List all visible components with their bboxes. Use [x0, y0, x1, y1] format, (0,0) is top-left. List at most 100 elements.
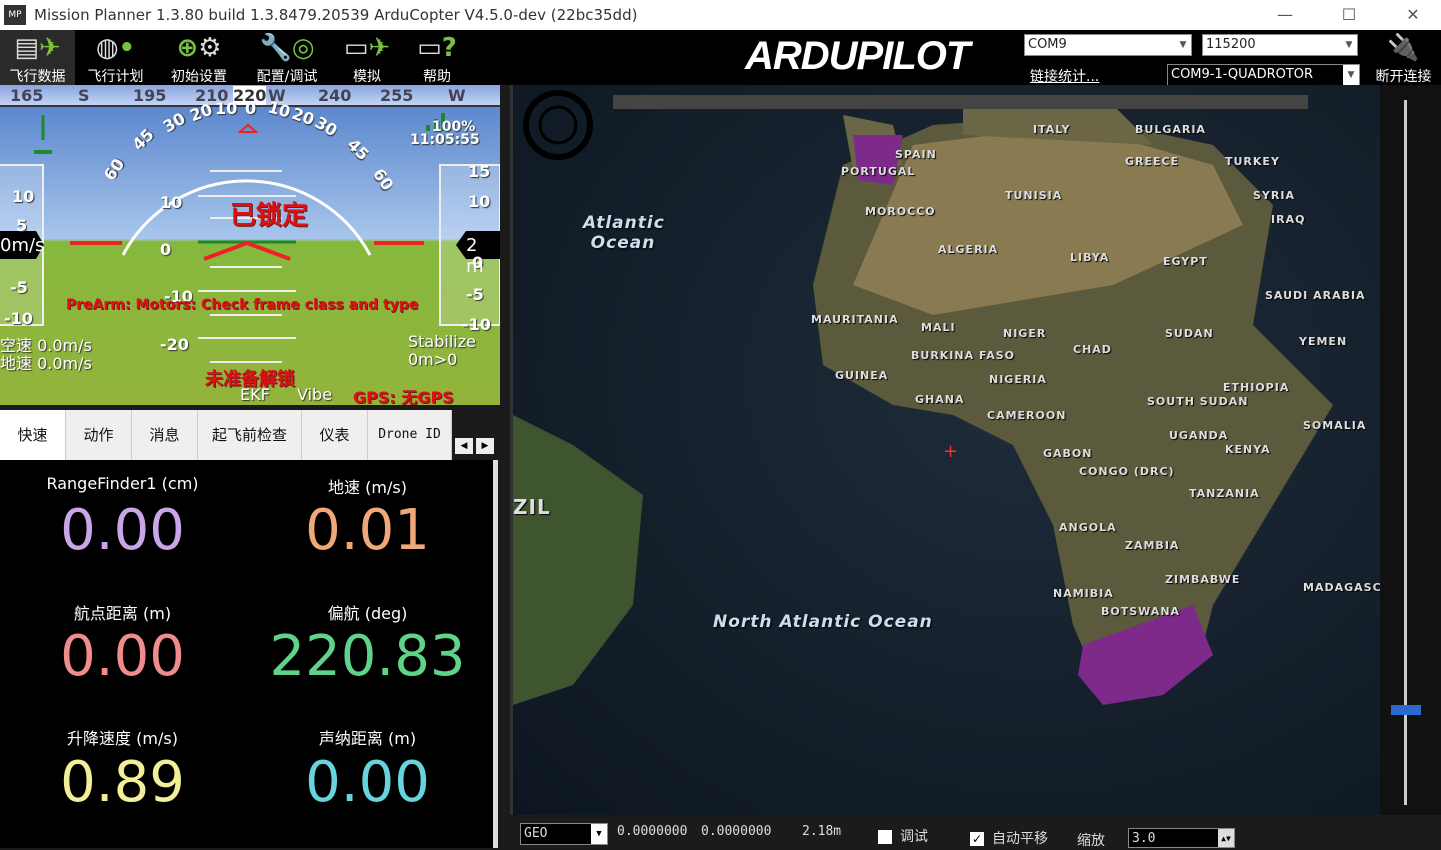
flight-mode: Stabilize	[408, 332, 476, 351]
menu-label: 模拟	[353, 69, 381, 85]
vibe-status[interactable]: Vibe	[297, 385, 332, 404]
debug-checkbox[interactable]	[878, 830, 892, 844]
speed-tick: 10	[12, 187, 35, 206]
country-label: TANZANIA	[1189, 487, 1260, 500]
menu-label: 飞行计划	[87, 69, 144, 85]
help-icon: ▭?	[417, 33, 457, 63]
autopan-checkbox[interactable]: ✓	[970, 832, 984, 846]
menu-simulation[interactable]: ▭✈ 模拟	[334, 30, 400, 85]
quick-label: 声纳距离 (m)	[318, 729, 417, 748]
country-label: PORTUGAL	[841, 165, 916, 178]
debug-label: 调试	[900, 829, 928, 845]
country-label: GUINEA	[835, 369, 889, 382]
country-label: NIGERIA	[989, 373, 1047, 386]
disconnect-button[interactable]: 🔌 断开连接	[1366, 30, 1441, 85]
quick-value: 0.00	[305, 750, 430, 815]
pitch-tick: 0	[160, 240, 172, 259]
tab-quick[interactable]: 快速	[0, 410, 66, 460]
chevron-down-icon: ▼	[1179, 40, 1187, 50]
country-label: CONGO (DRC)	[1079, 465, 1175, 478]
baud-value: 115200	[1206, 37, 1256, 52]
tab-scroll-right[interactable]: ▶	[476, 438, 494, 454]
zoom-slider[interactable]	[1380, 85, 1441, 815]
groundspeed: 地速 0.0m/s	[0, 354, 92, 373]
menu-config-tuning[interactable]: 🔧◎ 配置/调试	[244, 30, 330, 85]
country-label: MADAGASCAR	[1303, 581, 1380, 594]
hud: 165 S 195 210 220 W 240 255 W 60 45 30 2…	[0, 85, 500, 405]
country-label: UGANDA	[1169, 429, 1229, 442]
menu-flight-plan[interactable]: ◍• 飞行计划	[78, 30, 153, 85]
tab-actions[interactable]: 动作	[66, 410, 132, 460]
zoom-input[interactable]: 3.0 ▲▼	[1128, 828, 1235, 848]
flight-data-icon: ▤✈	[14, 33, 61, 63]
gear-icon: ⊕⚙	[176, 33, 222, 63]
country-label: SPAIN	[895, 148, 937, 161]
menu-label: 配置/调试	[256, 69, 318, 85]
ekf-status[interactable]: EKF	[240, 385, 270, 404]
window-title: Mission Planner 1.3.80 build 1.3.8479.20…	[34, 6, 638, 24]
country-label: NIGER	[1003, 327, 1047, 340]
speed-tick: -5	[10, 278, 28, 297]
map-view[interactable]: + ITALY BULGARIA SPAIN PORTUGAL GREECE TURKEY…	[510, 85, 1380, 815]
menu-label: 飞行数据	[9, 69, 66, 85]
country-label: ZIMBABWE	[1165, 573, 1241, 586]
coord-system-select[interactable]: GEO ▼	[520, 823, 608, 845]
tab-messages[interactable]: 消息	[132, 410, 198, 460]
monitor-icon: ▭✈	[343, 33, 391, 63]
app-logo: MP	[4, 5, 26, 25]
close-button[interactable]: ✕	[1390, 0, 1436, 30]
spinner-icon[interactable]: ▲▼	[1218, 829, 1234, 847]
wrench-icon: 🔧◎	[259, 33, 315, 63]
tab-preflight[interactable]: 起飞前检查	[198, 410, 302, 460]
autopan-label: 自动平移	[992, 831, 1048, 847]
menu-label: 帮助	[423, 69, 451, 85]
pitch-tick: 10	[160, 193, 183, 212]
country-label: SAUDI ARABIA	[1265, 289, 1366, 302]
port-select[interactable]: COM9 ▼	[1024, 34, 1192, 56]
menu-initial-setup[interactable]: ⊕⚙ 初始设置	[160, 30, 238, 85]
longitude: 0.0000000	[701, 824, 772, 839]
globe-icon: ◍•	[95, 33, 136, 63]
roll-tick: 10	[215, 99, 238, 118]
alt-tick: -5	[466, 285, 484, 304]
alt-readout: 2 m	[466, 235, 484, 277]
country-label: GHANA	[915, 393, 965, 406]
country-label: MALI	[921, 321, 956, 334]
country-label: NAMIBIA	[1053, 587, 1114, 600]
baud-select[interactable]: 115200 ▼	[1202, 34, 1358, 56]
tab-gauges[interactable]: 仪表	[302, 410, 368, 460]
quick-value: 220.83	[269, 624, 466, 689]
country-label: TUNISIA	[1005, 189, 1063, 202]
ardupilot-logo: ARDUPILOT	[745, 34, 970, 78]
speed-tick: 5	[16, 216, 28, 235]
quick-label: 升降速度 (m/s)	[67, 729, 178, 748]
country-label: SOUTH SUDAN	[1147, 395, 1249, 408]
quick-panel: RangeFinder1 (cm) 0.00 地速 (m/s) 0.01 航点距…	[0, 460, 498, 848]
slider-thumb[interactable]	[1391, 705, 1421, 715]
country-label: BULGARIA	[1135, 123, 1206, 136]
tab-drone-id[interactable]: Drone ID	[368, 410, 452, 460]
armed-status: 已锁定	[230, 201, 309, 231]
link-stats-link[interactable]: 链接统计...	[1030, 66, 1099, 86]
zoom-value: 3.0	[1132, 831, 1156, 846]
quick-label: 地速 (m/s)	[328, 478, 407, 497]
country-label: ITALY	[1033, 123, 1071, 136]
svg-text:+: +	[943, 441, 958, 462]
menu-flight-data[interactable]: ▤✈ 飞行数据	[0, 30, 75, 85]
maximize-button[interactable]: ☐	[1326, 0, 1372, 30]
chevron-down-icon: ▼	[1345, 40, 1353, 50]
main-toolbar: ▤✈ 飞行数据 ◍• 飞行计划 ⊕⚙ 初始设置 🔧◎ 配置/调试 ▭✈ 模拟 ▭? 帮助 A…	[0, 30, 1441, 86]
menu-help[interactable]: ▭? 帮助	[404, 30, 470, 85]
minimize-button[interactable]: —	[1262, 0, 1308, 30]
country-label: GREECE	[1125, 155, 1180, 168]
disconnect-label: 断开连接	[1375, 69, 1432, 85]
tab-scroll-left[interactable]: ◀	[455, 438, 473, 454]
country-label: ANGOLA	[1059, 521, 1117, 534]
country-label: KENYA	[1225, 443, 1271, 456]
altitude: 2.18m	[802, 824, 842, 839]
latitude: 0.0000000	[617, 824, 688, 839]
zoom-label: 缩放	[1077, 833, 1105, 849]
country-label: EGYPT	[1163, 255, 1208, 268]
vehicle-select[interactable]: COM9-1-QUADROTOR ▼	[1167, 64, 1360, 86]
quick-label: RangeFinder1 (cm)	[46, 474, 199, 493]
